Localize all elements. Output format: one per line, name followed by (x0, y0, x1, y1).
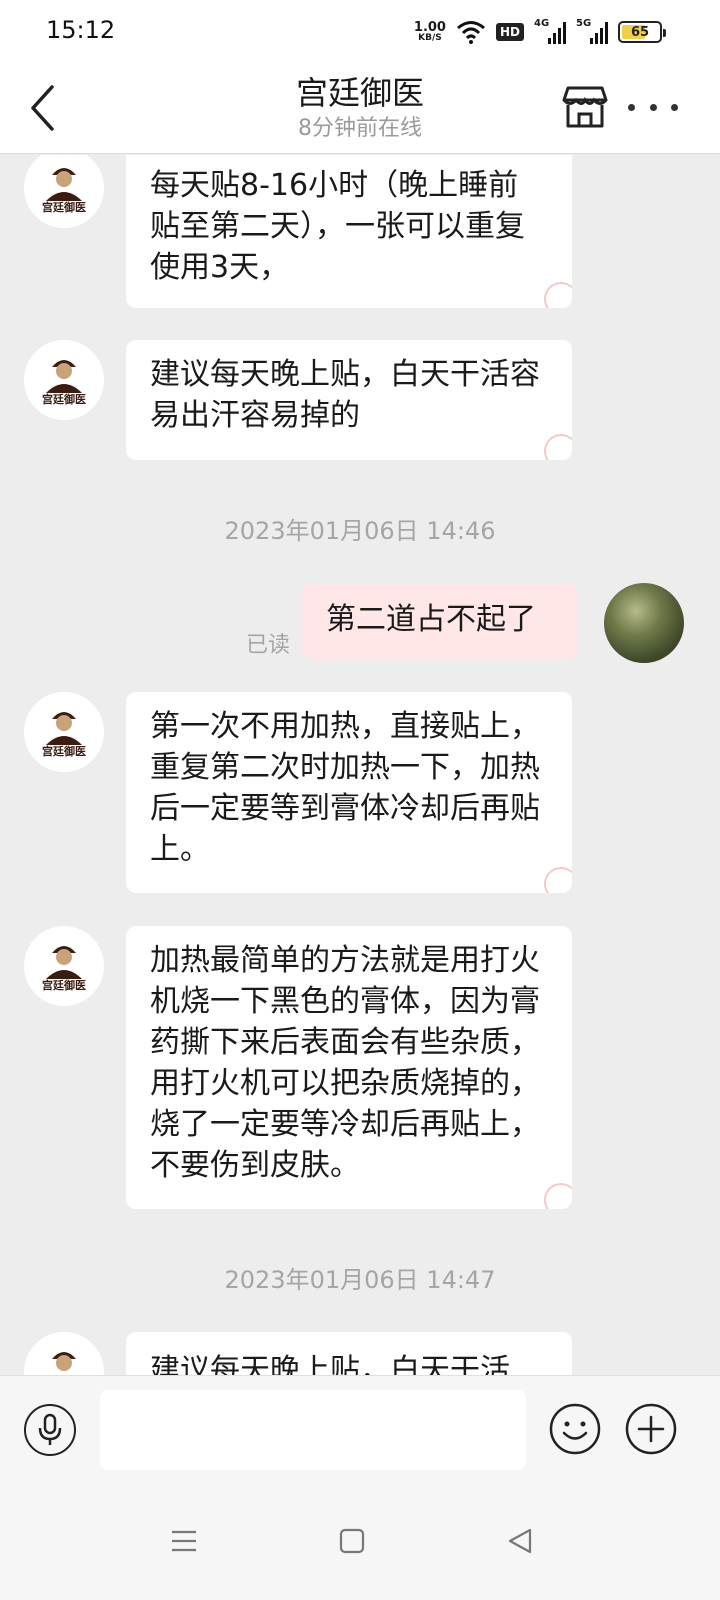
chat-area[interactable]: 宫廷御医 每天贴8-16小时（晚上睡前贴至第二天），一张可以重复使用3天， 宫廷… (0, 155, 720, 1375)
message-bubble[interactable]: 第一次不用加热，直接贴上，重复第二次时加热一下，加热后一定要等到膏体冷却后再贴上… (126, 692, 572, 893)
emoji-button[interactable] (548, 1402, 602, 1456)
online-status: 8分钟前在线 (298, 116, 422, 141)
menu-lines-icon (172, 1530, 196, 1552)
battery-icon: 65 (618, 21, 666, 43)
doctor-portrait-icon (46, 946, 82, 979)
triangle-back-icon (508, 1528, 532, 1554)
microphone-icon (38, 1413, 62, 1445)
chat-header: 宫廷御医 8分钟前在线 (0, 64, 720, 154)
square-icon (339, 1528, 365, 1554)
more-button[interactable] (628, 92, 678, 122)
more-dot (628, 103, 635, 111)
network-speed-unit: KB/S (418, 33, 442, 43)
more-dot (649, 103, 657, 111)
avatar-brand-text: 宫廷御医 (42, 745, 86, 758)
signal-5g-icon: 5G (576, 18, 608, 44)
message-text: 建议每天晚上贴，白天干活 (150, 1353, 510, 1375)
battery-level: 65 (630, 24, 650, 40)
shop-avatar[interactable]: 宫廷御医 (24, 1332, 104, 1375)
message-bubble[interactable]: 加热最简单的方法就是用打火机烧一下黑色的膏体，因为膏药撕下来后表面会有些杂质，用… (126, 926, 572, 1209)
shop-avatar[interactable]: 宫廷御医 (24, 692, 104, 772)
message-text: 第二道占不起了 (326, 602, 536, 637)
my-message-bubble[interactable]: 第二道占不起了 (302, 583, 578, 659)
network-speed: 1.00 KB/S (414, 21, 446, 43)
message-bubble[interactable]: 每天贴8-16小时（晚上睡前贴至第二天），一张可以重复使用3天， (126, 155, 572, 308)
page-title: 宫廷御医 (295, 74, 424, 112)
shop-avatar[interactable]: 宫廷御医 (24, 340, 104, 420)
doctor-portrait-icon (46, 168, 82, 201)
nav-menu-button[interactable] (164, 1521, 204, 1561)
message-bubble[interactable]: 建议每天晚上贴，白天干活容易出汗容易掉的 (126, 340, 572, 460)
message-timestamp: 2023年01月06日 14:47 (224, 1266, 496, 1294)
plus-circle-icon (625, 1403, 677, 1455)
message-text: 加热最简单的方法就是用打火机烧一下黑色的膏体，因为膏药撕下来后表面会有些杂质，用… (150, 943, 540, 1183)
shop-avatar[interactable]: 宫廷御医 (24, 926, 104, 1006)
smiley-icon (549, 1403, 601, 1455)
doctor-portrait-icon (46, 712, 82, 745)
message-bubble[interactable]: 建议每天晚上贴，白天干活 (126, 1332, 572, 1375)
message-text: 第一次不用加热，直接贴上，重复第二次时加热一下，加热后一定要等到膏体冷却后再贴上… (150, 709, 540, 867)
wifi-icon (457, 21, 485, 44)
status-bar: 15:12 1.00 KB/S HD 4G 5G 65 (0, 0, 720, 64)
nav-back-button[interactable] (500, 1521, 540, 1561)
signal-5g-label: 5G (576, 18, 592, 29)
avatar-brand-text: 宫廷御医 (42, 201, 86, 214)
more-functions-button[interactable] (624, 1402, 678, 1456)
signal-4g-icon: 4G (534, 18, 566, 44)
status-icons: 1.00 KB/S HD 4G 5G 65 (414, 16, 666, 48)
input-bar (0, 1375, 720, 1485)
shop-avatar[interactable]: 宫廷御医 (24, 155, 104, 228)
avatar-brand-text: 宫廷御医 (42, 393, 86, 406)
signal-4g-label: 4G (534, 18, 550, 29)
voice-button[interactable] (24, 1404, 76, 1456)
message-timestamp: 2023年01月06日 14:46 (224, 517, 496, 545)
avatar-brand-text: 宫廷御医 (42, 979, 86, 992)
message-text: 建议每天晚上贴，白天干活容易出汗容易掉的 (150, 357, 540, 433)
nav-home-button[interactable] (332, 1521, 372, 1561)
doctor-portrait-icon (52, 1352, 76, 1371)
hd-badge: HD (495, 23, 524, 41)
doctor-portrait-icon (46, 360, 82, 393)
message-text: 每天贴8-16小时（晚上睡前贴至第二天），一张可以重复使用3天， (150, 168, 525, 285)
message-input[interactable] (100, 1390, 526, 1470)
read-status: 已读 (246, 633, 291, 658)
store-icon (562, 86, 608, 128)
more-dot (671, 103, 678, 111)
system-nav-bar (0, 1485, 720, 1600)
my-avatar[interactable] (604, 583, 684, 663)
shop-button[interactable] (562, 84, 608, 130)
status-time: 15:12 (46, 16, 116, 44)
